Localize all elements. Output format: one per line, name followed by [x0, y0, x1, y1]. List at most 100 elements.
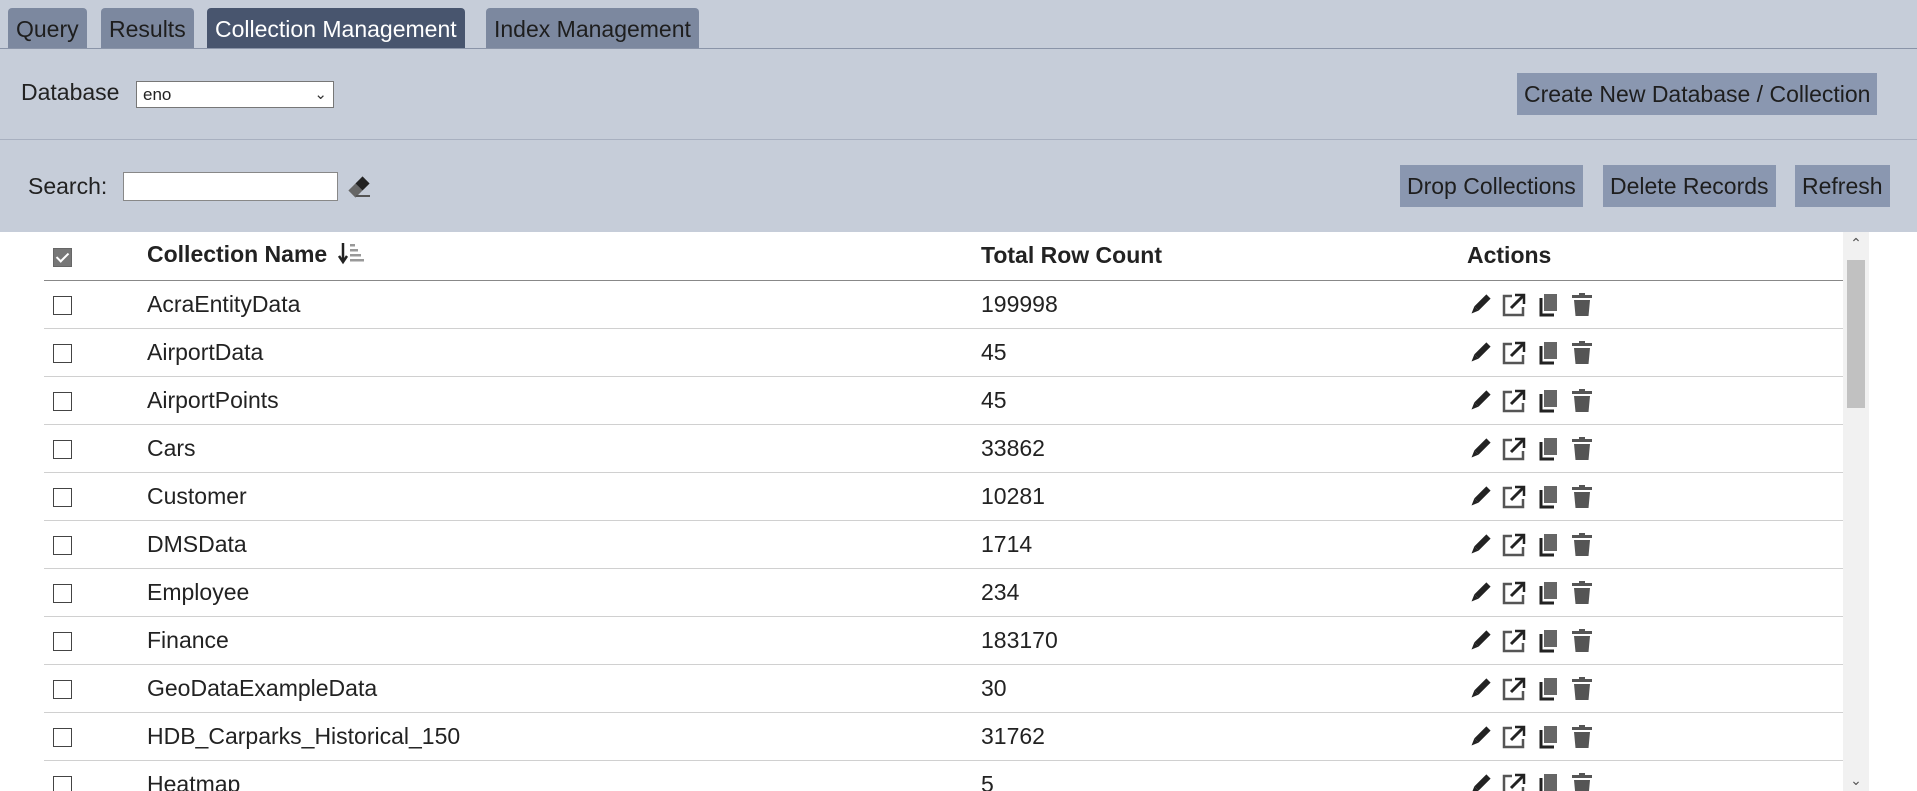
- row-checkbox[interactable]: [53, 727, 72, 747]
- copy-icon[interactable]: [1535, 340, 1561, 366]
- actions-cell: [1467, 520, 1843, 569]
- copy-icon[interactable]: [1535, 676, 1561, 702]
- trash-icon[interactable]: [1569, 628, 1595, 654]
- trash-icon[interactable]: [1569, 436, 1595, 462]
- copy-icon[interactable]: [1535, 484, 1561, 510]
- eraser-icon[interactable]: [346, 174, 372, 200]
- select-all-checkbox[interactable]: [53, 247, 72, 267]
- copy-icon[interactable]: [1535, 628, 1561, 654]
- tab-collection-management[interactable]: Collection Management: [207, 8, 465, 48]
- trash-icon[interactable]: [1569, 724, 1595, 750]
- open-external-icon[interactable]: [1501, 388, 1527, 414]
- copy-icon[interactable]: [1535, 292, 1561, 318]
- row-count-cell: 1714: [981, 520, 1467, 569]
- edit-icon[interactable]: [1467, 580, 1493, 606]
- table-row: Finance 183170: [44, 616, 1843, 665]
- create-database-collection-button[interactable]: Create New Database / Collection: [1517, 73, 1878, 115]
- actions-cell: [1467, 424, 1843, 473]
- edit-icon[interactable]: [1467, 292, 1493, 318]
- actions-cell: [1467, 616, 1843, 665]
- sort-descending-icon[interactable]: [337, 241, 364, 271]
- actions-cell: [1467, 760, 1843, 791]
- row-checkbox[interactable]: [53, 631, 72, 651]
- row-checkbox[interactable]: [53, 343, 72, 363]
- copy-icon[interactable]: [1535, 580, 1561, 606]
- row-count-cell: 234: [981, 568, 1467, 617]
- tab-query[interactable]: Query: [8, 8, 87, 48]
- refresh-button[interactable]: Refresh: [1795, 165, 1890, 207]
- database-selected-value: eno: [143, 85, 172, 104]
- edit-icon[interactable]: [1467, 628, 1493, 654]
- row-count-cell: 183170: [981, 616, 1467, 665]
- row-checkbox[interactable]: [53, 679, 72, 699]
- collection-name-cell: AirportPoints: [147, 376, 981, 425]
- edit-icon[interactable]: [1467, 772, 1493, 791]
- actions-cell: [1467, 472, 1843, 521]
- edit-icon[interactable]: [1467, 436, 1493, 462]
- row-checkbox[interactable]: [53, 391, 72, 411]
- edit-icon[interactable]: [1467, 724, 1493, 750]
- table-row: AcraEntityData 199998: [44, 280, 1843, 329]
- edit-icon[interactable]: [1467, 340, 1493, 366]
- total-row-count-header[interactable]: Total Row Count: [981, 232, 1467, 281]
- database-select[interactable]: eno ⌄: [136, 81, 334, 108]
- collection-name-header[interactable]: Collection Name: [147, 232, 981, 281]
- drop-collections-button[interactable]: Drop Collections: [1400, 165, 1583, 207]
- open-external-icon[interactable]: [1501, 532, 1527, 558]
- open-external-icon[interactable]: [1501, 772, 1527, 791]
- scrollbar-thumb[interactable]: [1847, 260, 1865, 408]
- table-row: Cars 33862: [44, 424, 1843, 473]
- open-external-icon[interactable]: [1501, 580, 1527, 606]
- edit-icon[interactable]: [1467, 532, 1493, 558]
- scroll-down-arrow-icon[interactable]: ⌄: [1843, 769, 1869, 791]
- open-external-icon[interactable]: [1501, 484, 1527, 510]
- edit-icon[interactable]: [1467, 388, 1493, 414]
- row-checkbox[interactable]: [53, 295, 72, 315]
- actions-cell: [1467, 376, 1843, 425]
- tab-bar: Query Results Collection Management Inde…: [0, 0, 1917, 49]
- trash-icon[interactable]: [1569, 580, 1595, 606]
- row-checkbox[interactable]: [53, 487, 72, 507]
- tab-index-management[interactable]: Index Management: [486, 8, 699, 48]
- row-checkbox[interactable]: [53, 439, 72, 459]
- open-external-icon[interactable]: [1501, 292, 1527, 318]
- row-checkbox[interactable]: [53, 583, 72, 603]
- trash-icon[interactable]: [1569, 388, 1595, 414]
- copy-icon[interactable]: [1535, 532, 1561, 558]
- scroll-up-arrow-icon[interactable]: ⌃: [1843, 232, 1869, 254]
- trash-icon[interactable]: [1569, 772, 1595, 791]
- copy-icon[interactable]: [1535, 388, 1561, 414]
- copy-icon[interactable]: [1535, 772, 1561, 791]
- table-scrollbar[interactable]: ⌃ ⌄: [1843, 232, 1869, 791]
- trash-icon[interactable]: [1569, 532, 1595, 558]
- table-row: AirportPoints 45: [44, 376, 1843, 425]
- copy-icon[interactable]: [1535, 436, 1561, 462]
- trash-icon[interactable]: [1569, 676, 1595, 702]
- trash-icon[interactable]: [1569, 340, 1595, 366]
- database-bar: Database eno ⌄ Create New Database / Col…: [0, 49, 1917, 140]
- delete-records-button[interactable]: Delete Records: [1603, 165, 1776, 207]
- table-row: GeoDataExampleData 30: [44, 664, 1843, 713]
- actions-cell: [1467, 712, 1843, 761]
- trash-icon[interactable]: [1569, 484, 1595, 510]
- edit-icon[interactable]: [1467, 484, 1493, 510]
- row-checkbox[interactable]: [53, 775, 72, 791]
- search-input[interactable]: [123, 172, 338, 201]
- copy-icon[interactable]: [1535, 724, 1561, 750]
- table-row: Employee 234: [44, 568, 1843, 617]
- open-external-icon[interactable]: [1501, 676, 1527, 702]
- row-checkbox[interactable]: [53, 535, 72, 555]
- collection-name-cell: AcraEntityData: [147, 280, 981, 329]
- row-count-cell: 45: [981, 328, 1467, 377]
- edit-icon[interactable]: [1467, 676, 1493, 702]
- row-count-cell: 30: [981, 664, 1467, 713]
- tab-results[interactable]: Results: [101, 8, 194, 48]
- open-external-icon[interactable]: [1501, 340, 1527, 366]
- table-row: Customer 10281: [44, 472, 1843, 521]
- actions-cell: [1467, 664, 1843, 713]
- search-bar: Search: Drop Collections Delete Records …: [0, 140, 1917, 232]
- open-external-icon[interactable]: [1501, 436, 1527, 462]
- trash-icon[interactable]: [1569, 292, 1595, 318]
- open-external-icon[interactable]: [1501, 724, 1527, 750]
- open-external-icon[interactable]: [1501, 628, 1527, 654]
